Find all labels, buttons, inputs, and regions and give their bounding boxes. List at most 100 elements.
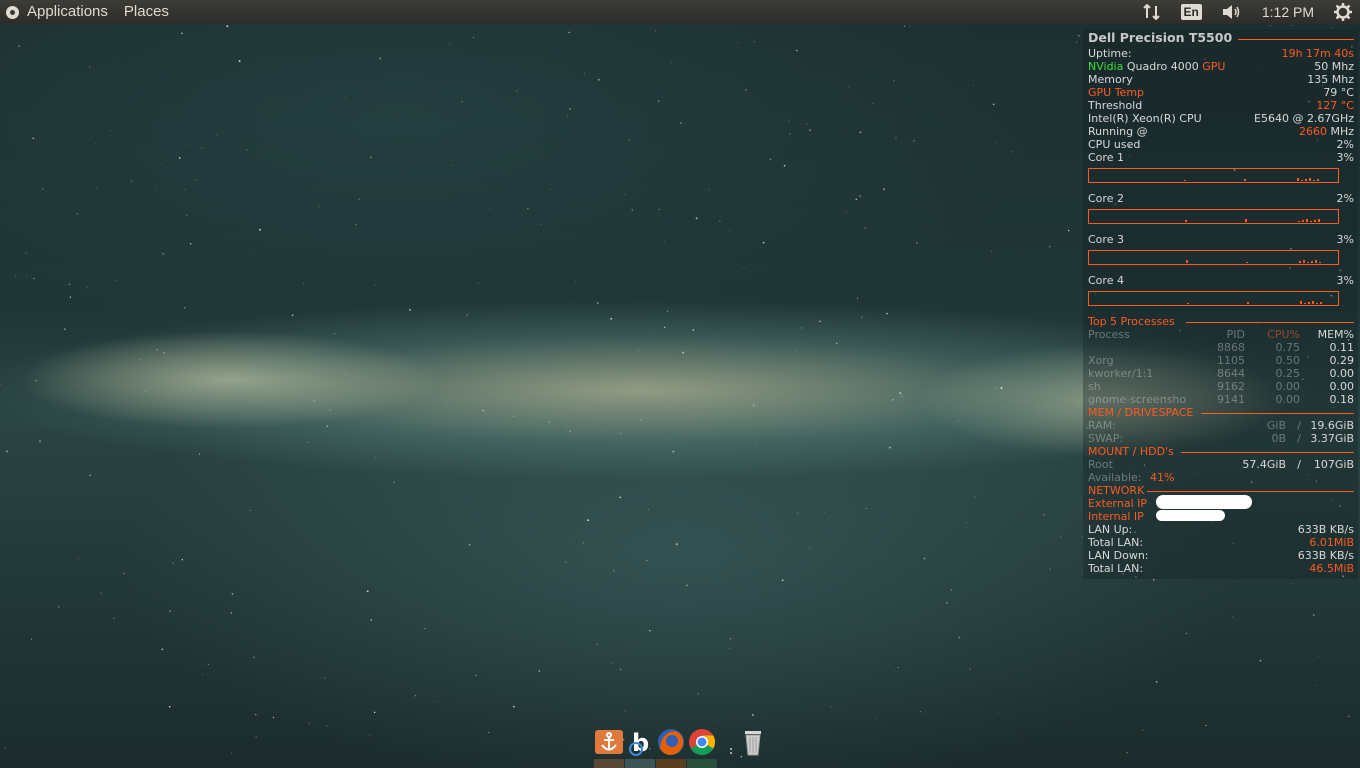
star: [104, 675, 106, 677]
star: [913, 140, 915, 142]
core-3-graph: [1088, 250, 1339, 265]
star: [801, 327, 803, 329]
uptime-row: Uptime: 19h 17m 40s: [1088, 47, 1354, 60]
available-row: Available: 41%: [1088, 471, 1354, 484]
proc-mem: 0.00: [1329, 367, 1355, 380]
star: [139, 358, 142, 361]
ram-total: 19.6GiB: [1310, 419, 1354, 432]
star: [15, 275, 17, 277]
star: [619, 668, 622, 671]
star: [145, 390, 147, 392]
star: [1269, 25, 1271, 27]
process-row: sh 9162 0.00 0.00: [1088, 380, 1354, 393]
star: [369, 156, 372, 159]
star: [901, 395, 903, 398]
core-2-row: Core 2 2%: [1088, 192, 1354, 205]
star: [313, 399, 316, 402]
memory-label: Memory: [1088, 73, 1133, 86]
star: [624, 710, 626, 712]
running-label: Running @: [1088, 125, 1148, 138]
conky-title: Dell Precision T5500: [1088, 30, 1233, 45]
star: [695, 217, 698, 220]
star: [889, 29, 891, 31]
star: [845, 211, 848, 213]
star: [152, 266, 154, 268]
lan-up-label: LAN Up:: [1088, 523, 1133, 536]
star: [162, 253, 164, 255]
places-menu[interactable]: Places: [116, 0, 177, 24]
star: [893, 80, 895, 82]
star: [628, 139, 630, 141]
star: [781, 579, 784, 582]
activity-tick: [1311, 261, 1313, 263]
applications-menu[interactable]: Applications: [19, 0, 116, 24]
star: [195, 179, 198, 181]
root-used: 57.4GiB: [1242, 458, 1286, 471]
star: [1000, 387, 1003, 390]
star: [375, 456, 377, 458]
star: [997, 713, 999, 714]
star: [570, 357, 572, 359]
star: [326, 425, 329, 427]
star: [569, 108, 571, 110]
dock: b: [592, 724, 772, 768]
proc-cpu: 0.00: [1275, 393, 1301, 406]
star: [229, 51, 230, 53]
gpu-temp-row: GPU Temp 79 °C: [1088, 86, 1354, 99]
cpu-used-row: CPU used 2%: [1088, 138, 1354, 151]
chrome-icon[interactable]: [687, 727, 717, 757]
star: [1048, 246, 1051, 248]
star: [198, 453, 201, 455]
star: [231, 752, 233, 755]
cpu-name: Intel(R) Xeon(R) CPU: [1088, 112, 1202, 125]
star: [130, 180, 133, 182]
b-app-icon[interactable]: b: [625, 727, 655, 757]
activity-tick: [1303, 260, 1305, 263]
star: [619, 432, 622, 435]
ubuntu-logo-icon[interactable]: [6, 5, 19, 19]
activity-tick: [1245, 219, 1247, 222]
star: [950, 589, 953, 591]
star: [769, 158, 772, 161]
star: [646, 560, 648, 562]
activity-tick: [1314, 220, 1316, 222]
star: [842, 97, 844, 98]
firefox-icon[interactable]: [656, 727, 686, 757]
keyboard-language-indicator[interactable]: En: [1180, 4, 1202, 20]
network-rule: [1147, 491, 1354, 492]
star: [874, 718, 876, 720]
star: [584, 73, 586, 75]
star: [692, 329, 695, 331]
top5-rule: [1186, 322, 1354, 323]
volume-icon[interactable]: [1222, 4, 1242, 20]
star: [602, 398, 604, 400]
proc-name: sh: [1088, 380, 1101, 393]
star: [4, 747, 6, 749]
star: [583, 704, 585, 706]
star: [414, 694, 417, 697]
star: [434, 701, 436, 703]
star: [307, 441, 310, 444]
star: [796, 512, 799, 514]
star: [1318, 656, 1319, 657]
gpu-temp-label: GPU Temp: [1088, 86, 1145, 99]
process-row: gnome-screensho 9141 0.00 0.18: [1088, 393, 1354, 406]
star: [540, 233, 541, 235]
activity-tick: [1312, 301, 1314, 304]
star: [253, 656, 255, 658]
total-lan-up-row: Total LAN: 6.01MiB: [1088, 536, 1354, 549]
star: [893, 670, 895, 672]
redacted-external-ip: [1156, 495, 1252, 509]
proc-header-mem: MEM%: [1317, 328, 1354, 341]
anchor-icon[interactable]: [594, 727, 624, 757]
star: [30, 638, 33, 640]
clock[interactable]: 1:12 PM: [1262, 4, 1314, 20]
star: [567, 115, 569, 116]
power-gear-icon[interactable]: [1334, 3, 1352, 21]
network-arrows-icon[interactable]: [1142, 4, 1161, 20]
star: [640, 419, 642, 422]
star: [32, 137, 34, 140]
star: [1155, 680, 1158, 683]
trash-icon[interactable]: [738, 727, 768, 757]
star: [512, 415, 515, 418]
